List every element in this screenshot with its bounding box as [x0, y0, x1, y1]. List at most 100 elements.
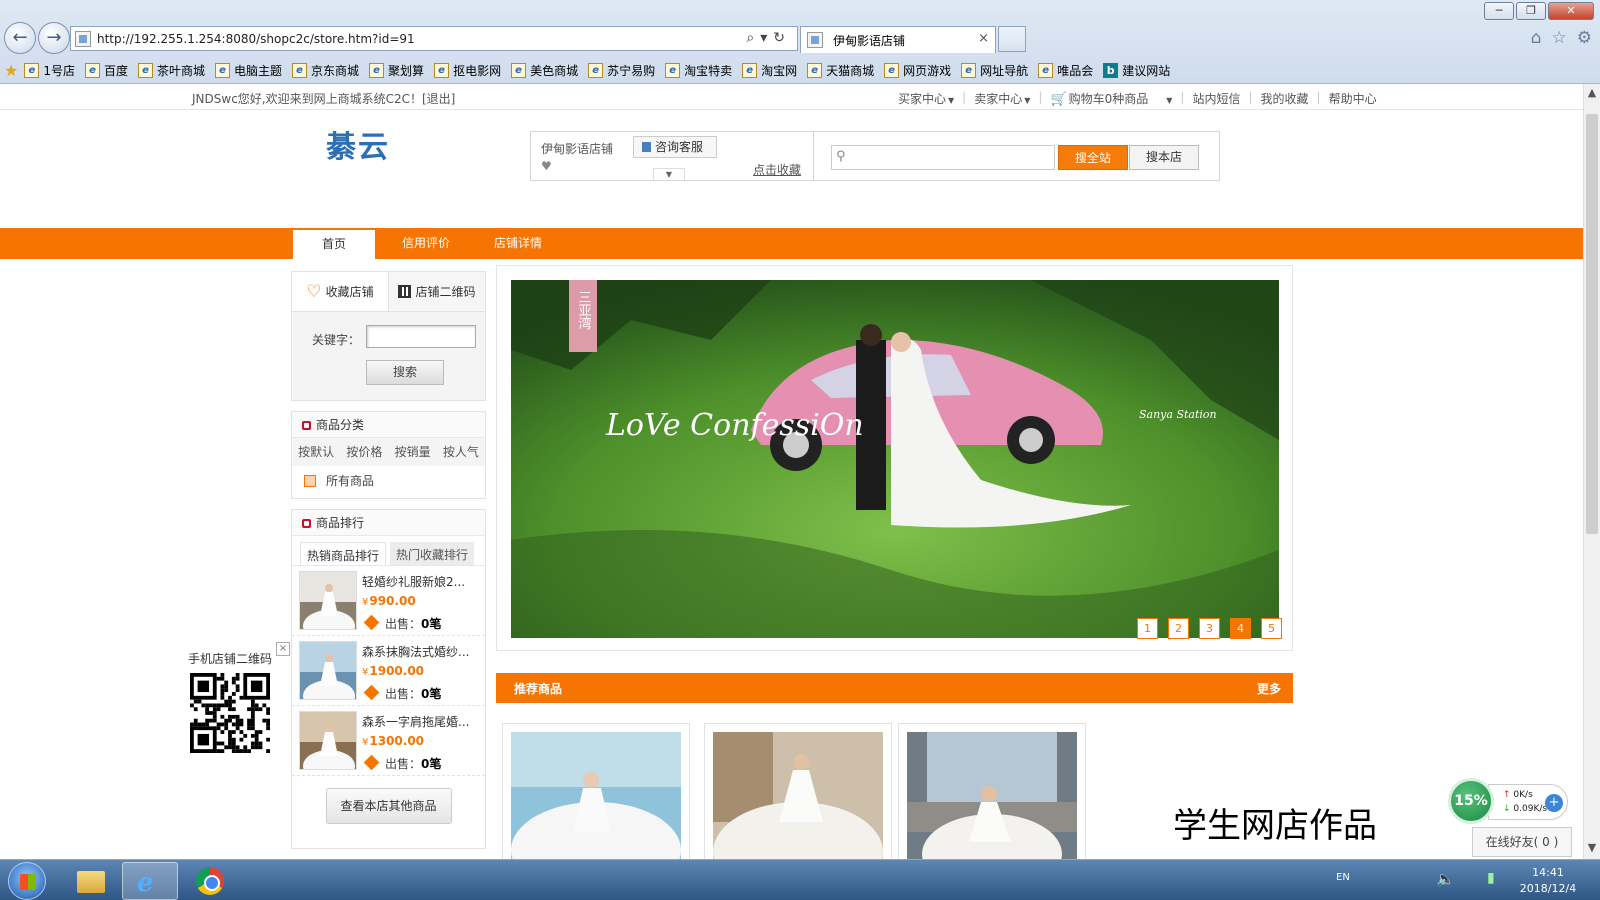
back-button[interactable]: ←	[4, 22, 36, 54]
site-search-input[interactable]: ⚲	[831, 145, 1055, 170]
rank-product-name[interactable]: 森系抹胸法式婚纱...	[362, 643, 480, 660]
rank-item[interactable]: 森系抹胸法式婚纱... ¥1900.00 出售：0笔	[292, 636, 485, 706]
search-refresh-icons[interactable]: ⌕▾↻	[746, 30, 791, 46]
sort-price[interactable]: 按价格	[346, 438, 382, 466]
maximize-button[interactable]: ❐	[1516, 2, 1546, 20]
rank-product-name[interactable]: 森系一字肩拖尾婚...	[362, 713, 480, 730]
favorite-link[interactable]: e 聚划算	[369, 62, 424, 79]
sort-default[interactable]: 按默认	[298, 438, 334, 466]
seller-center-label: 卖家中心	[974, 92, 1023, 106]
product-card[interactable]	[704, 723, 892, 859]
favorites-star-icon[interactable]: ★	[4, 61, 18, 80]
favorite-link[interactable]: e 茶叶商城	[138, 62, 205, 79]
recommend-more-link[interactable]: 更多	[1257, 680, 1281, 697]
close-button[interactable]: ✕	[1548, 2, 1594, 20]
tab-hot-sales[interactable]: 热销商品排行	[300, 542, 387, 565]
keyword-search-button[interactable]: 搜索	[366, 360, 444, 385]
system-clock[interactable]: 14:41 2018/12/4	[1512, 865, 1584, 897]
favorite-link[interactable]: e 网址导航	[961, 62, 1028, 79]
site-logo[interactable]: 綦云	[326, 122, 390, 166]
sort-popularity[interactable]: 按人气	[443, 438, 479, 466]
scroll-down-icon[interactable]: ▼	[1584, 841, 1600, 857]
windows-taskbar: e EN 🔈 ▮ 14:41 2018/12/4	[0, 859, 1600, 900]
search-shop-button[interactable]: 搜本店	[1129, 145, 1199, 170]
favorite-store-button[interactable]: ♡ 收藏店铺	[292, 272, 388, 311]
rank-item[interactable]: 轻婚纱礼服新娘2... ¥990.00 出售：0笔	[292, 566, 485, 636]
tab-close-icon[interactable]: ×	[978, 31, 989, 46]
rank-sold-count: 出售：0笔	[362, 754, 441, 772]
favorite-link[interactable]: e 苏宁易购	[588, 62, 655, 79]
sort-sales[interactable]: 按销量	[395, 438, 431, 466]
banner-page-2[interactable]: 2	[1168, 618, 1189, 639]
banner-script-text: LoVe ConfessiOn	[605, 408, 864, 443]
nav-credit-review[interactable]: 信用评价	[402, 228, 450, 259]
start-button[interactable]	[8, 862, 46, 900]
favorite-link[interactable]: e 淘宝网	[742, 62, 797, 79]
favorite-link[interactable]: e 淘宝特卖	[665, 62, 732, 79]
rank-thumbnail[interactable]	[299, 641, 357, 700]
explorer-taskbar-button[interactable]	[62, 862, 118, 900]
nav-store-details[interactable]: 店铺详情	[494, 228, 542, 259]
tab-hot-favorites[interactable]: 热门收藏排行	[390, 542, 475, 565]
favorite-link[interactable]: e 京东商城	[292, 62, 359, 79]
chrome-taskbar-button[interactable]	[182, 862, 238, 900]
favorite-link[interactable]: e 美色商城	[511, 62, 578, 79]
favorite-link[interactable]: e 网页游戏	[884, 62, 951, 79]
welcome-text[interactable]: JNDSwc您好,欢迎来到网上商城系统C2C！[退出]	[192, 90, 455, 107]
vertical-scrollbar[interactable]: ▲ ▼	[1583, 84, 1600, 859]
home-icon[interactable]: ⌂	[1531, 28, 1542, 48]
product-card[interactable]	[898, 723, 1086, 859]
banner-page-4[interactable]: 4	[1230, 618, 1251, 639]
favorite-link[interactable]: b 建议网站	[1103, 62, 1170, 79]
online-friends-button[interactable]: 在线好友( 0 )	[1472, 827, 1572, 857]
upload-arrow-icon: ↑	[1503, 790, 1511, 800]
forward-button[interactable]: →	[38, 22, 70, 54]
favorite-link[interactable]: e 抠电影网	[434, 62, 501, 79]
click-favorite-link[interactable]: 点击收藏	[753, 161, 801, 178]
sms-link[interactable]: 站内短信	[1192, 90, 1240, 107]
banner-page-3[interactable]: 3	[1199, 618, 1220, 639]
favorites-star-icon[interactable]: ☆	[1552, 28, 1567, 48]
volume-icon[interactable]: 🔈	[1436, 870, 1455, 888]
ie-taskbar-button[interactable]: e	[122, 862, 178, 900]
cart-link[interactable]: 🛒 购物车0种商品 ▼	[1050, 90, 1172, 107]
keyword-input[interactable]	[366, 325, 476, 348]
address-url[interactable]: http://192.255.1.254:8080/shopc2c/store.…	[97, 32, 415, 46]
favorite-link[interactable]: e 唯品会	[1038, 62, 1093, 79]
rank-thumbnail[interactable]	[299, 711, 357, 770]
plus-icon[interactable]: +	[1545, 794, 1563, 812]
chevron-down-icon[interactable]: ▼	[653, 168, 685, 180]
consult-service-button[interactable]: 咨询客服	[633, 136, 717, 158]
settings-gear-icon[interactable]: ⚙	[1577, 28, 1592, 48]
address-bar[interactable]: http://192.255.1.254:8080/shopc2c/store.…	[70, 26, 798, 51]
favorite-link[interactable]: e 1号店	[24, 62, 75, 79]
store-qr-button[interactable]: 店铺二维码	[388, 272, 485, 311]
favorite-link[interactable]: e 天猫商城	[807, 62, 874, 79]
favorite-link[interactable]: e 百度	[84, 62, 128, 79]
buyer-center-link[interactable]: 买家中心 ▼	[898, 90, 954, 107]
new-tab-button[interactable]	[998, 26, 1026, 52]
favorite-link[interactable]: e 电脑主题	[215, 62, 282, 79]
banner-page-1[interactable]: 1	[1137, 618, 1158, 639]
network-icon[interactable]: ▮	[1487, 870, 1495, 886]
banner-page-5[interactable]: 5	[1261, 618, 1282, 639]
rank-item[interactable]: 森系一字肩拖尾婚... ¥1300.00 出售：0笔	[292, 706, 485, 776]
browser-tab-active[interactable]: 伊甸影语店铺 ×	[800, 26, 996, 53]
my-favorites-link[interactable]: 我的收藏	[1261, 90, 1309, 107]
product-card[interactable]	[502, 723, 690, 859]
banner-image[interactable]: 三亚湾 LoVe ConfessiOn Sanya Station	[511, 280, 1279, 638]
view-more-goods-button[interactable]: 查看本店其他商品	[325, 788, 452, 824]
language-indicator[interactable]: EN	[1336, 872, 1350, 883]
scroll-thumb[interactable]	[1586, 114, 1598, 534]
rank-product-name[interactable]: 轻婚纱礼服新娘2...	[362, 573, 480, 590]
help-center-link[interactable]: 帮助中心	[1329, 90, 1377, 107]
ie-page-icon: e	[588, 62, 604, 78]
search-all-button[interactable]: 搜全站	[1058, 145, 1128, 170]
rank-thumbnail[interactable]	[299, 571, 357, 630]
scroll-up-icon[interactable]: ▲	[1584, 86, 1600, 102]
network-speed-widget[interactable]: ↑ 0K/s ↓ 0.09K/s + 15%	[1448, 778, 1572, 824]
nav-home[interactable]: 首页	[293, 228, 375, 259]
seller-center-link[interactable]: 卖家中心 ▼	[974, 90, 1030, 107]
minimize-button[interactable]: ─	[1484, 2, 1514, 20]
all-goods-link[interactable]: 所有商品	[292, 466, 485, 496]
